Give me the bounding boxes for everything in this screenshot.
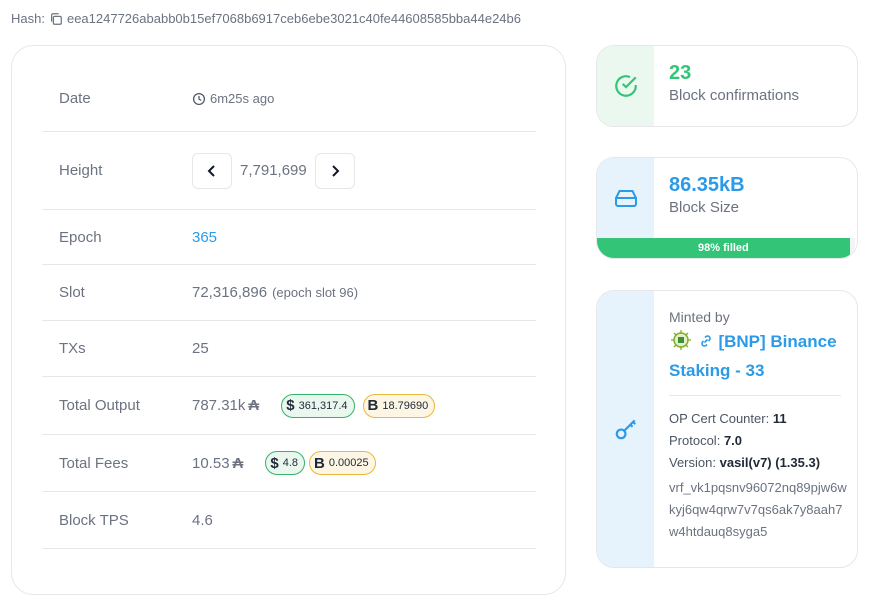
confirmations-count: 23 (669, 62, 692, 84)
hard-drive-icon (614, 190, 637, 207)
btc-badge: B 0.00025 (309, 451, 376, 475)
row-total-fees: Total Fees 10.53 ₳ $ 4.8 B 0.00025 (42, 435, 536, 492)
op-cert-label: OP Cert Counter: (669, 411, 770, 426)
version-value: vasil(v7) (1.35.3) (719, 455, 821, 470)
minted-icon-wrap (597, 291, 654, 567)
minted-divider (669, 395, 841, 396)
chevron-right-icon (332, 164, 340, 177)
block-details-list: Date 6m25s ago Height 7,791,699 Epoch 36… (42, 66, 536, 549)
slot-value: 72,316,896 (192, 284, 268, 301)
pool-name-link[interactable]: [BNP] Binance Staking - 33 (669, 332, 837, 380)
check-circle-icon (614, 75, 637, 97)
version-row: Version: vasil(v7) (1.35.3) (669, 452, 849, 474)
confirmations-card: 23 Block confirmations (596, 45, 858, 127)
op-cert-row: OP Cert Counter: 11 (669, 408, 849, 430)
protocol-label: Protocol: (669, 433, 721, 448)
usd-value: 361,317.4 (298, 399, 348, 412)
block-details-card: Date 6m25s ago Height 7,791,699 Epoch 36… (11, 45, 566, 595)
usd-badge: $ 4.8 (265, 451, 306, 475)
pool-link-wrap[interactable]: [BNP] Binance Staking - 33 (669, 327, 849, 385)
epoch-link[interactable]: 365 (192, 229, 217, 246)
slot-note: (epoch slot 96) (272, 285, 359, 300)
block-fill-progress: 98% filled (597, 238, 855, 258)
row-epoch: Epoch 365 (42, 210, 536, 265)
date-value-wrap: 6m25s ago (192, 91, 274, 106)
dollar-icon: $ (270, 454, 279, 472)
confirmations-label: Block confirmations (669, 87, 800, 104)
dollar-icon: $ (286, 397, 295, 414)
minted-by-card: Minted by [BNP] Binance Staking - 33 OP … (596, 290, 858, 568)
protocol-row: Protocol: 7.0 (669, 430, 849, 452)
block-tps-label: Block TPS (59, 511, 129, 529)
ada-symbol: ₳ (248, 397, 260, 414)
usd-value: 4.8 (282, 457, 299, 469)
hash-label: Hash: (11, 11, 45, 26)
block-size-card: 86.35kB Block Size 98% filled (596, 157, 858, 259)
btc-badge: B 18.79690 (362, 393, 436, 418)
slot-label: Slot (59, 284, 85, 301)
date-value: 6m25s ago (210, 91, 275, 106)
block-size-label: Block Size (669, 199, 740, 216)
txs-value: 25 (192, 340, 209, 357)
total-output-label: Total Output (59, 397, 140, 414)
next-block-button[interactable] (314, 152, 355, 189)
height-value-wrap: 7,791,699 (192, 152, 355, 189)
total-fees-label: Total Fees (59, 454, 129, 472)
bitcoin-icon: B (367, 397, 379, 414)
hash-value[interactable]: eea1247726ababb0b15ef7068b6917ceb6ebe302… (67, 11, 521, 26)
hash-line: Hash: eea1247726ababb0b15ef7068b6917ceb6… (11, 11, 521, 26)
btc-value: 0.00025 (328, 457, 369, 469)
confirmations-icon-wrap (597, 46, 654, 126)
height-value: 7,791,699 (240, 162, 307, 179)
block-tps-value: 4.6 (192, 511, 213, 529)
bitcoin-icon: B (314, 454, 325, 472)
version-label: Version: (669, 455, 716, 470)
ada-symbol: ₳ (232, 454, 244, 472)
protocol-value: 7.0 (723, 433, 743, 448)
vrf-key[interactable]: vrf_vk1pqsnv96072nq89pjw6wkyj6qw4qrw7v7q… (669, 477, 849, 543)
clock-icon (192, 92, 206, 105)
usd-badge: $ 361,317.4 (281, 393, 355, 418)
epoch-label: Epoch (59, 228, 102, 246)
pool-logo-icon (671, 330, 691, 350)
total-fees-value: 10.53 (192, 454, 230, 472)
row-block-tps: Block TPS 4.6 (42, 492, 536, 549)
row-height: Height 7,791,699 (42, 132, 536, 210)
chevron-left-icon (207, 164, 215, 177)
total-output-value: 787.31k (192, 397, 246, 414)
row-txs: TXs 25 (42, 321, 536, 377)
row-total-output: Total Output 787.31k ₳ $ 361,317.4 B 18.… (42, 377, 536, 435)
op-cert-value: 11 (772, 411, 787, 426)
row-date: Date 6m25s ago (42, 66, 536, 132)
block-size-icon-wrap (597, 158, 654, 238)
block-fill-text: 98% filled (698, 242, 749, 254)
link-icon (700, 335, 711, 347)
row-slot: Slot 72,316,896 (epoch slot 96) (42, 265, 536, 321)
previous-block-button[interactable] (192, 152, 232, 189)
date-label: Date (59, 90, 91, 107)
txs-label: TXs (59, 340, 86, 357)
block-fill-bar: 98% filled (597, 238, 850, 258)
block-size-value: 86.35kB (669, 174, 745, 196)
btc-value: 18.79690 (382, 399, 429, 412)
key-icon (615, 419, 636, 440)
copy-icon[interactable] (49, 12, 63, 26)
minted-by-label: Minted by (669, 309, 730, 325)
height-label: Height (59, 162, 103, 179)
